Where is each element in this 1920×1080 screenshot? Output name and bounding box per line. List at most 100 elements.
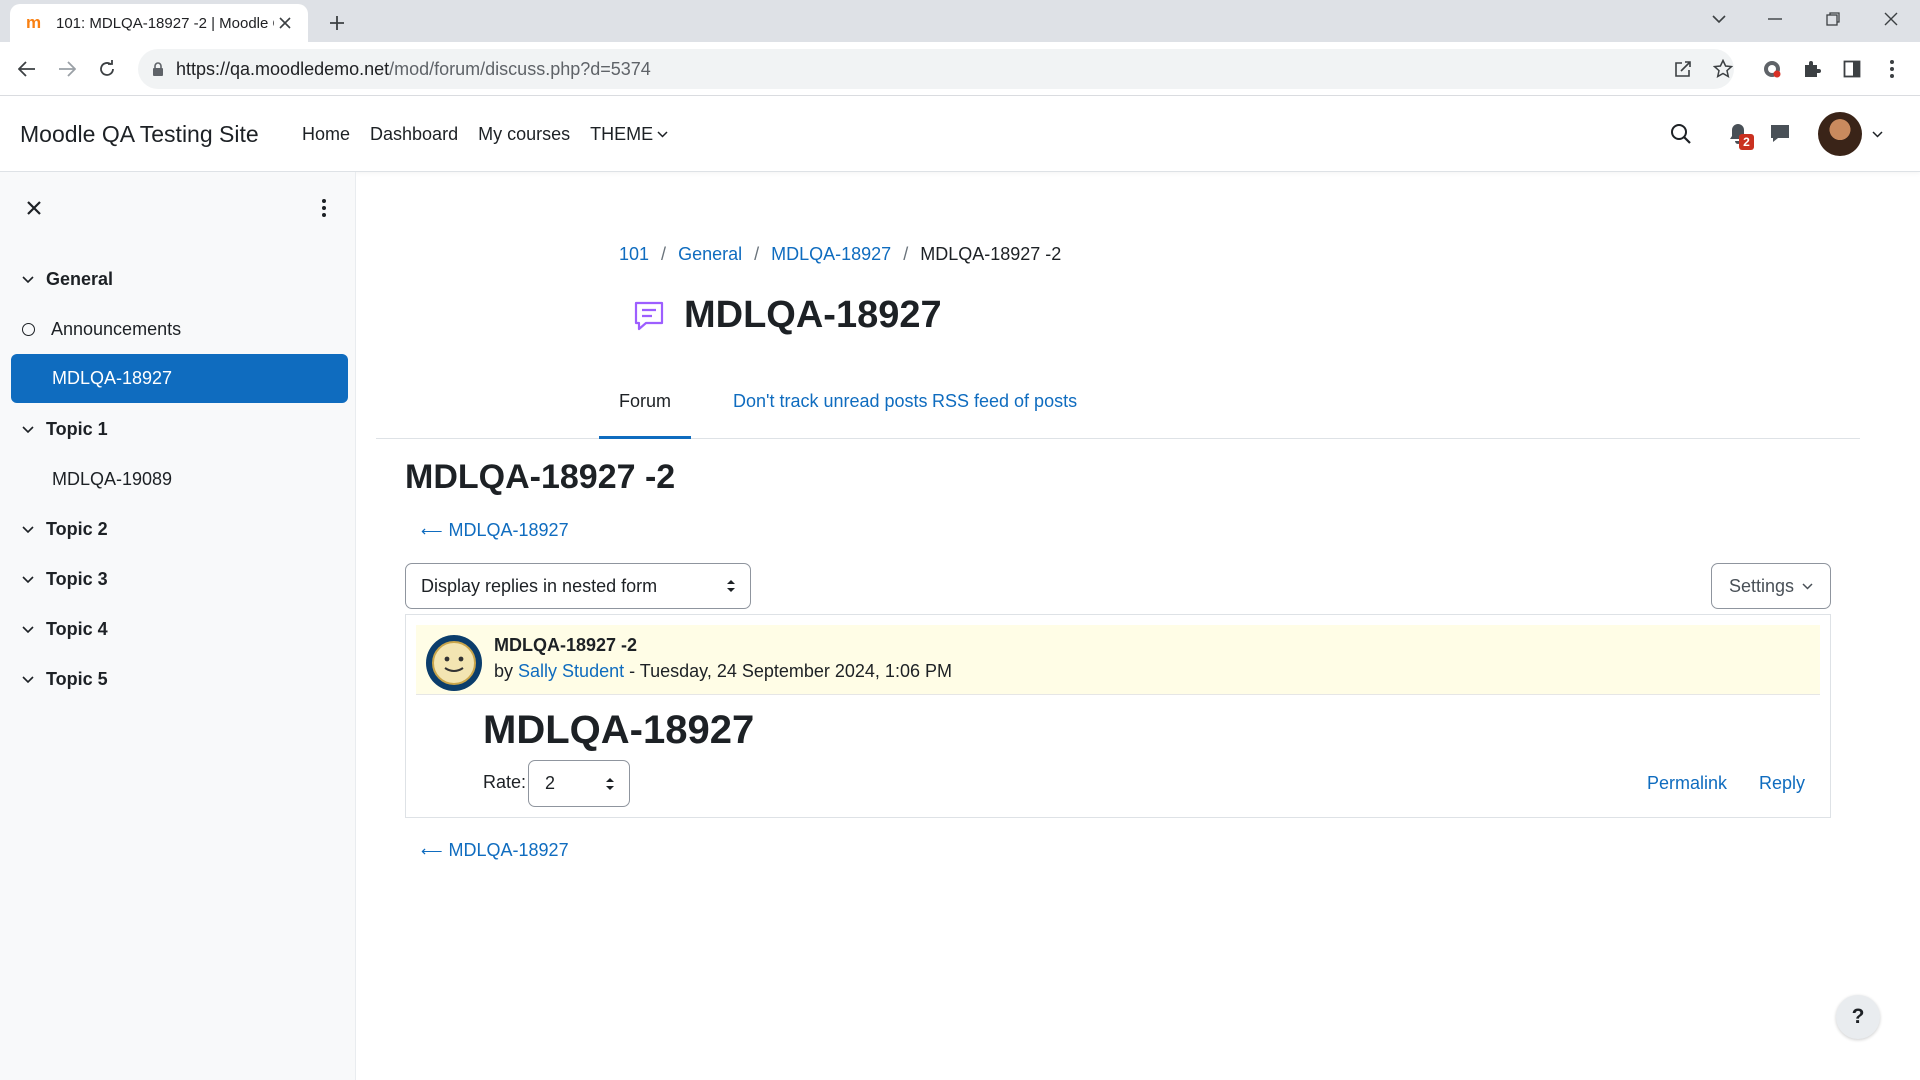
restore-icon[interactable]	[1804, 0, 1862, 38]
section-label: Topic 3	[46, 569, 108, 589]
rate-value: 2	[545, 773, 556, 793]
chevron-down-icon	[22, 425, 34, 433]
completion-circle-icon	[22, 323, 35, 336]
section-label: Topic 2	[46, 519, 108, 539]
user-menu-button[interactable]	[1818, 96, 1888, 172]
window-close-icon[interactable]	[1862, 0, 1920, 38]
section-topic-5[interactable]: Topic 5	[22, 669, 108, 690]
close-icon[interactable]	[274, 12, 296, 34]
post-header: MDLQA-18927 -2 by Sally Student - Tuesda…	[416, 625, 1820, 695]
settings-label: Settings	[1728, 575, 1795, 596]
select-arrows-icon	[727, 580, 735, 592]
activity-topic1-item[interactable]: MDLQA-19089	[52, 469, 172, 490]
section-label: Topic 5	[46, 669, 108, 689]
display-mode-select[interactable]: Display replies in nested form	[405, 563, 751, 609]
more-options-icon[interactable]	[312, 196, 336, 220]
tab-rss-feed[interactable]: RSS feed of posts	[912, 377, 1097, 439]
section-label: General	[46, 269, 114, 289]
search-icon[interactable]	[1670, 96, 1702, 172]
lock-icon	[153, 61, 163, 76]
chevron-down-icon	[22, 675, 34, 683]
display-mode-value: Display replies in nested form	[421, 575, 658, 596]
author-link[interactable]: Sally Student	[518, 661, 624, 681]
minimize-icon[interactable]	[1746, 0, 1804, 38]
section-topic-2[interactable]: Topic 2	[22, 519, 108, 540]
tab-title: 101: MDLQA-18927 -2 | Moodle QA	[56, 14, 274, 32]
bookmark-star-icon[interactable]	[1707, 53, 1739, 85]
breadcrumb-course[interactable]: 101	[619, 244, 649, 265]
reload-icon[interactable]	[91, 53, 123, 85]
tab-search-icon[interactable]	[1690, 0, 1748, 38]
chevron-down-icon	[657, 130, 668, 138]
extension-shield-icon[interactable]	[1756, 53, 1788, 85]
breadcrumb-section[interactable]: General	[678, 244, 742, 265]
post-date: - Tuesday, 24 September 2024, 1:06 PM	[624, 661, 952, 681]
breadcrumb-separator: /	[661, 244, 667, 264]
browser-tabstrip: m 101: MDLQA-18927 -2 | Moodle QA	[0, 0, 1920, 42]
browser-tab[interactable]: m 101: MDLQA-18927 -2 | Moodle QA	[10, 4, 308, 42]
author-avatar[interactable]	[426, 635, 482, 691]
smiley-avatar-icon	[432, 641, 476, 685]
section-topic-1[interactable]: Topic 1	[22, 419, 108, 440]
nav-dashboard[interactable]: Dashboard	[360, 124, 468, 145]
back-arrow-icon: ⟵	[421, 842, 443, 860]
url-text: https://qa.moodledemo.net/mod/forum/disc…	[176, 58, 651, 79]
post-content: MDLQA-18927	[483, 708, 755, 752]
side-panel-icon[interactable]	[1836, 53, 1868, 85]
chevron-down-icon	[22, 275, 34, 283]
reply-link[interactable]: Reply	[1759, 773, 1805, 794]
section-general[interactable]: General	[22, 269, 113, 290]
new-tab-button[interactable]	[322, 8, 352, 38]
breadcrumb: 101 / General / MDLQA-18927 / MDLQA-1892…	[619, 244, 1061, 265]
chevron-down-icon	[22, 625, 34, 633]
notification-count-badge: 2	[1739, 134, 1754, 150]
nav-theme[interactable]: THEME	[580, 124, 678, 145]
back-arrow-icon: ⟵	[421, 522, 443, 540]
breadcrumb-forum[interactable]: MDLQA-18927	[771, 244, 891, 265]
nav-my-courses[interactable]: My courses	[468, 124, 580, 145]
share-icon[interactable]	[1667, 53, 1699, 85]
post-byline: by Sally Student - Tuesday, 24 September…	[494, 661, 952, 682]
address-bar[interactable]: https://qa.moodledemo.net/mod/forum/disc…	[138, 49, 1734, 89]
chevron-down-icon	[1802, 582, 1813, 590]
activity-current[interactable]: MDLQA-18927	[11, 354, 348, 403]
section-label: Topic 1	[46, 419, 108, 439]
messages-icon[interactable]	[1769, 96, 1799, 172]
chevron-down-icon	[1872, 130, 1883, 138]
page-title: MDLQA-18927	[684, 294, 942, 336]
permalink-link[interactable]: Permalink	[1647, 773, 1727, 794]
activity-announcements[interactable]: Announcements	[22, 319, 181, 340]
page-header: MDLQA-18927	[632, 294, 942, 337]
back-to-forum-link[interactable]: ⟵ MDLQA-18927	[421, 520, 569, 541]
rate-select[interactable]: 2	[528, 760, 630, 807]
moodle-favicon-icon: m	[26, 13, 42, 32]
secondary-navigation: Forum Don't track unread posts RSS feed …	[376, 377, 1860, 439]
section-topic-4[interactable]: Topic 4	[22, 619, 108, 640]
settings-button[interactable]: Settings	[1711, 563, 1831, 609]
site-navbar: Moodle QA Testing Site Home Dashboard My…	[0, 96, 1920, 172]
tab-forum[interactable]: Forum	[599, 377, 692, 439]
post-subject: MDLQA-18927 -2	[494, 635, 638, 655]
back-link-label: MDLQA-18927	[448, 520, 569, 540]
notifications-button[interactable]: 2	[1726, 96, 1760, 172]
activity-label: Announcements	[51, 319, 182, 339]
primary-navigation: Home Dashboard My courses THEME	[292, 96, 678, 172]
nav-theme-label: THEME	[590, 123, 654, 144]
discussion-title: MDLQA-18927 -2	[405, 458, 676, 496]
browser-menu-icon[interactable]	[1876, 53, 1908, 85]
site-name[interactable]: Moodle QA Testing Site	[20, 96, 259, 172]
breadcrumb-separator: /	[903, 244, 909, 264]
close-drawer-icon[interactable]	[22, 196, 46, 220]
forum-post: MDLQA-18927 -2 by Sally Student - Tuesda…	[405, 614, 1831, 818]
help-button[interactable]: ?	[1836, 995, 1880, 1039]
back-to-forum-link-bottom[interactable]: ⟵ MDLQA-18927	[421, 840, 569, 861]
section-topic-3[interactable]: Topic 3	[22, 569, 108, 590]
select-arrows-icon	[606, 778, 614, 790]
back-arrow-icon[interactable]	[11, 53, 43, 85]
back-link-label: MDLQA-18927	[448, 840, 569, 860]
breadcrumb-current: MDLQA-18927 -2	[920, 244, 1062, 264]
extensions-puzzle-icon[interactable]	[1796, 53, 1828, 85]
forward-arrow-icon[interactable]	[51, 53, 83, 85]
nav-home[interactable]: Home	[292, 124, 360, 145]
browser-toolbar: https://qa.moodledemo.net/mod/forum/disc…	[0, 42, 1920, 96]
